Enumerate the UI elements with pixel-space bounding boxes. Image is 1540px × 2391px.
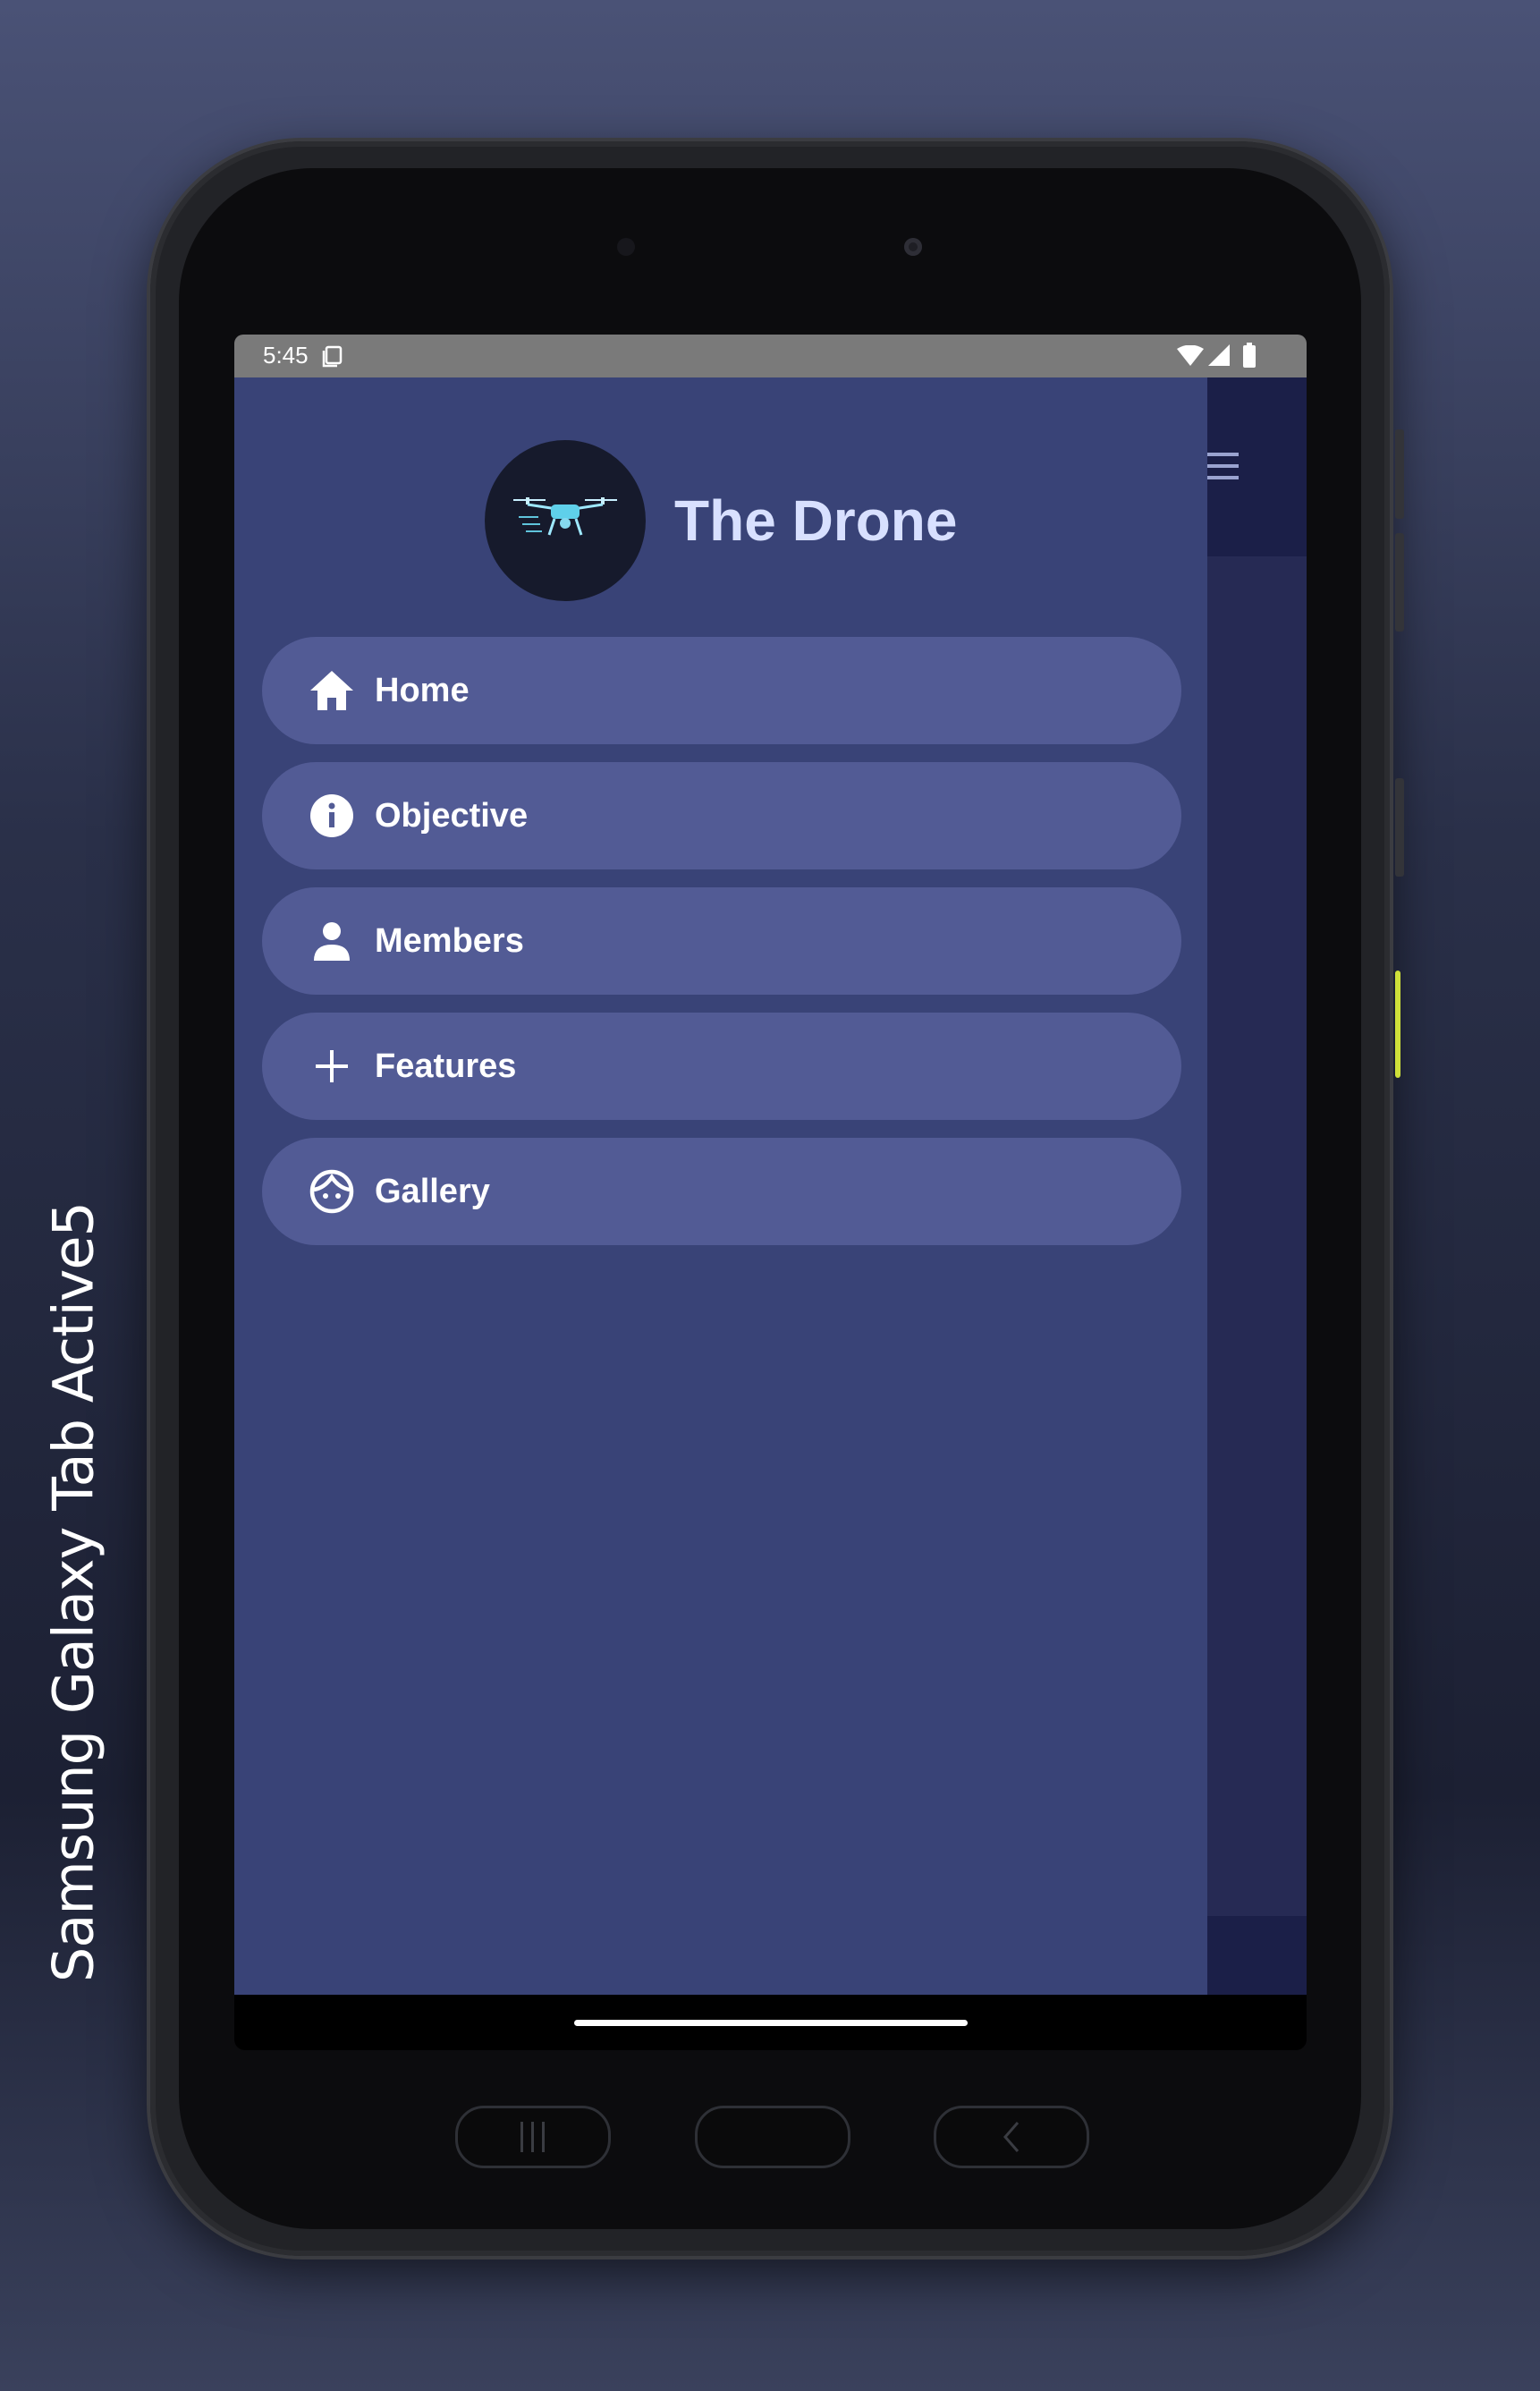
- device-screen: 5:45 The Drone Home Objective Members Fe…: [234, 335, 1307, 2050]
- sensor-dot: [617, 238, 635, 256]
- nav-item-label: Home: [375, 671, 470, 709]
- back-chevron-icon: [1003, 2122, 1020, 2152]
- status-bar: 5:45: [234, 335, 1307, 377]
- hw-back-button[interactable]: [934, 2106, 1089, 2168]
- nav-item-label: Gallery: [375, 1172, 490, 1210]
- side-button-volume-up: [1395, 429, 1404, 519]
- drone-logo: [485, 440, 646, 601]
- brand-title: The Drone: [674, 488, 958, 553]
- nav-item-objective[interactable]: Objective: [262, 762, 1181, 869]
- nav-item-features[interactable]: Features: [262, 1013, 1181, 1120]
- wifi-icon: [1177, 345, 1204, 366]
- hw-recents-button[interactable]: [455, 2106, 611, 2168]
- person-icon: [309, 918, 355, 964]
- nav-item-gallery[interactable]: Gallery: [262, 1138, 1181, 1245]
- nav-item-home[interactable]: Home: [262, 637, 1181, 744]
- plus-icon: [309, 1043, 355, 1090]
- menu-icon[interactable]: [1203, 451, 1239, 481]
- face-icon: [309, 1168, 355, 1215]
- nav-item-label: Members: [375, 921, 524, 960]
- nav-item-label: Objective: [375, 796, 529, 835]
- recents-icon: [520, 2122, 545, 2152]
- side-button-power: [1395, 778, 1404, 877]
- hw-home-button[interactable]: [695, 2106, 850, 2168]
- navigation-drawer: The Drone Home Objective Members Feature…: [234, 377, 1207, 1995]
- battery-icon: [1243, 343, 1256, 368]
- app-content: The Drone Home Objective Members Feature…: [234, 377, 1307, 1995]
- device-model-label: Samsung Galaxy Tab Active5: [40, 1202, 106, 1982]
- nav-item-label: Features: [375, 1047, 517, 1085]
- info-icon: [309, 793, 355, 839]
- drawer-header: The Drone: [485, 440, 957, 601]
- drone-icon: [513, 497, 617, 536]
- side-button-active-key: [1395, 971, 1400, 1078]
- cell-signal-icon: [1208, 344, 1230, 366]
- screenshot-notification-icon: [322, 345, 343, 368]
- nav-item-members[interactable]: Members: [262, 887, 1181, 995]
- front-camera: [904, 238, 922, 256]
- gesture-nav-handle[interactable]: [574, 2020, 968, 2026]
- status-time: 5:45: [263, 342, 309, 369]
- side-button-volume-down: [1395, 533, 1404, 632]
- home-icon: [309, 667, 355, 714]
